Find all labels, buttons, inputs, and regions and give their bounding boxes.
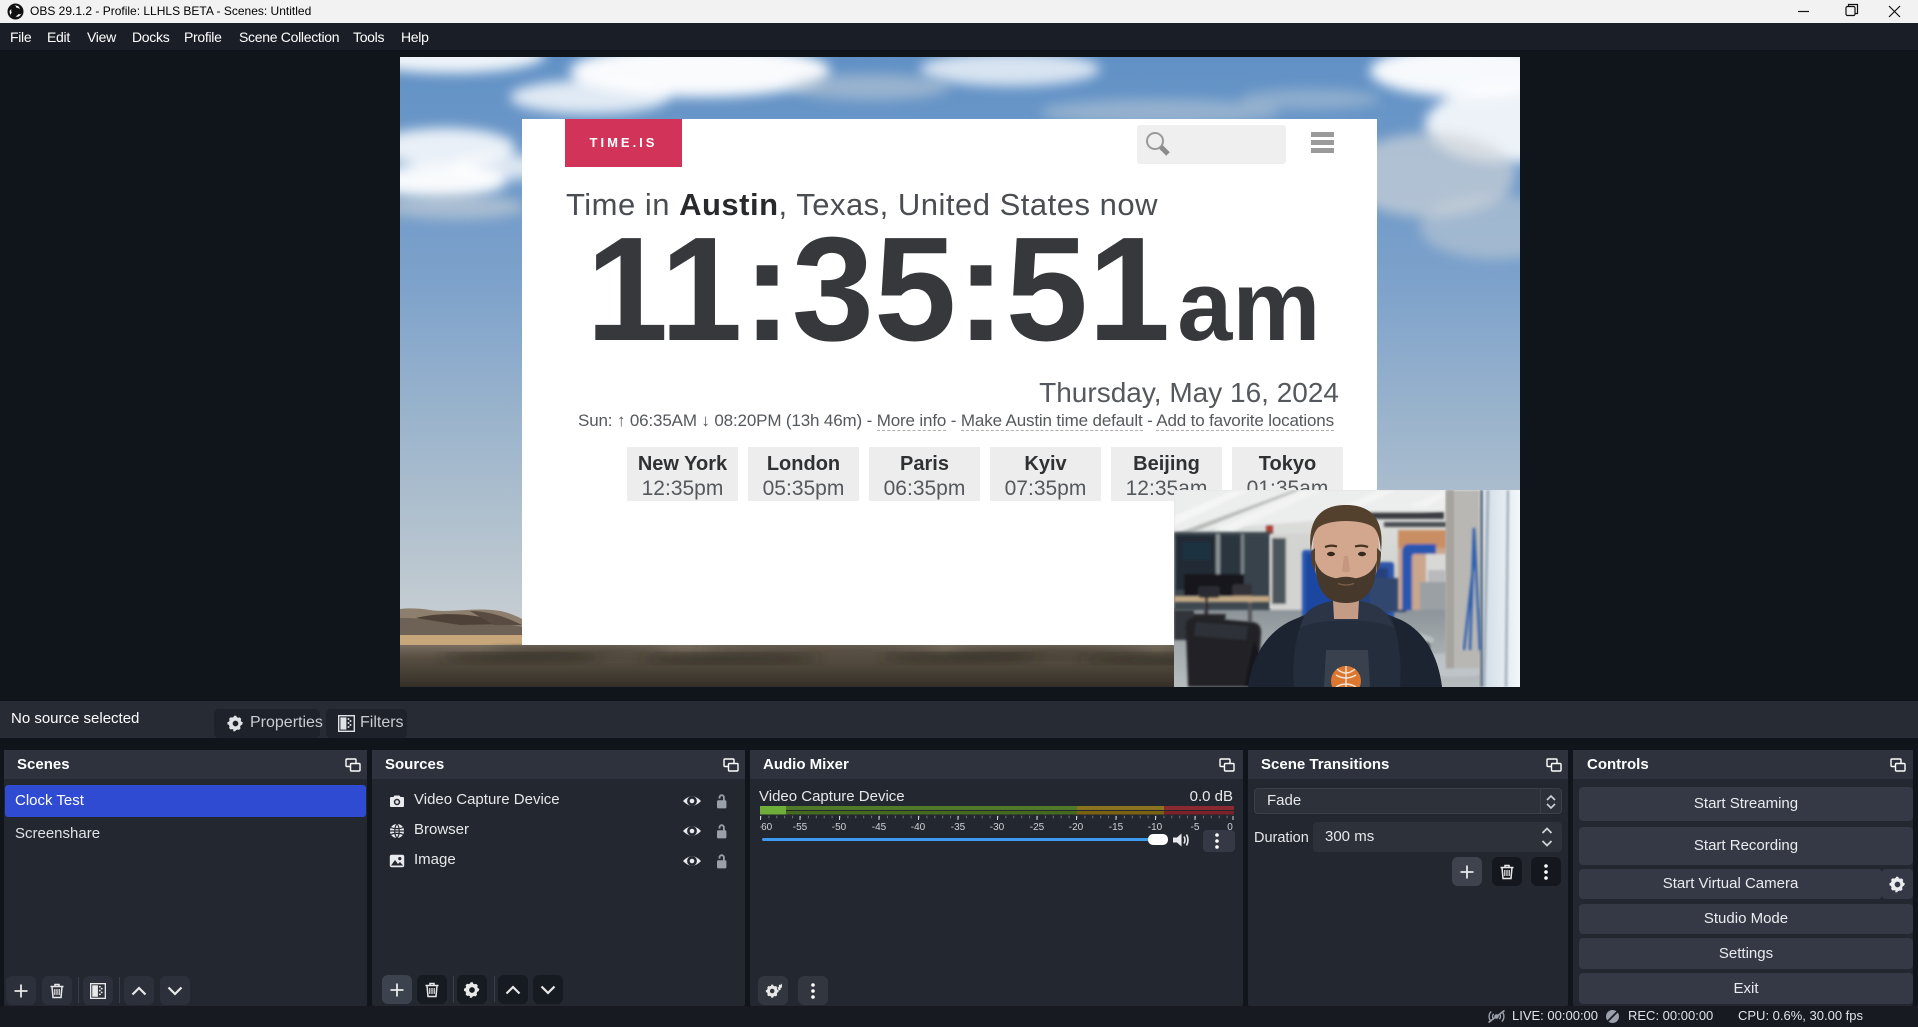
svg-text:-20: -20 [1069, 822, 1084, 832]
svg-text:-60: -60 [760, 822, 773, 832]
svg-text:-50: -50 [832, 822, 847, 832]
svg-text:-35: -35 [951, 822, 966, 832]
svg-text:-10: -10 [1148, 822, 1163, 832]
svg-text:-30: -30 [990, 822, 1005, 832]
svg-text:-55: -55 [793, 822, 808, 832]
svg-text:-5: -5 [1191, 822, 1200, 832]
svg-text:-40: -40 [911, 822, 926, 832]
svg-text:-15: -15 [1109, 822, 1124, 832]
svg-text:-45: -45 [872, 822, 887, 832]
svg-text:-25: -25 [1030, 822, 1045, 832]
